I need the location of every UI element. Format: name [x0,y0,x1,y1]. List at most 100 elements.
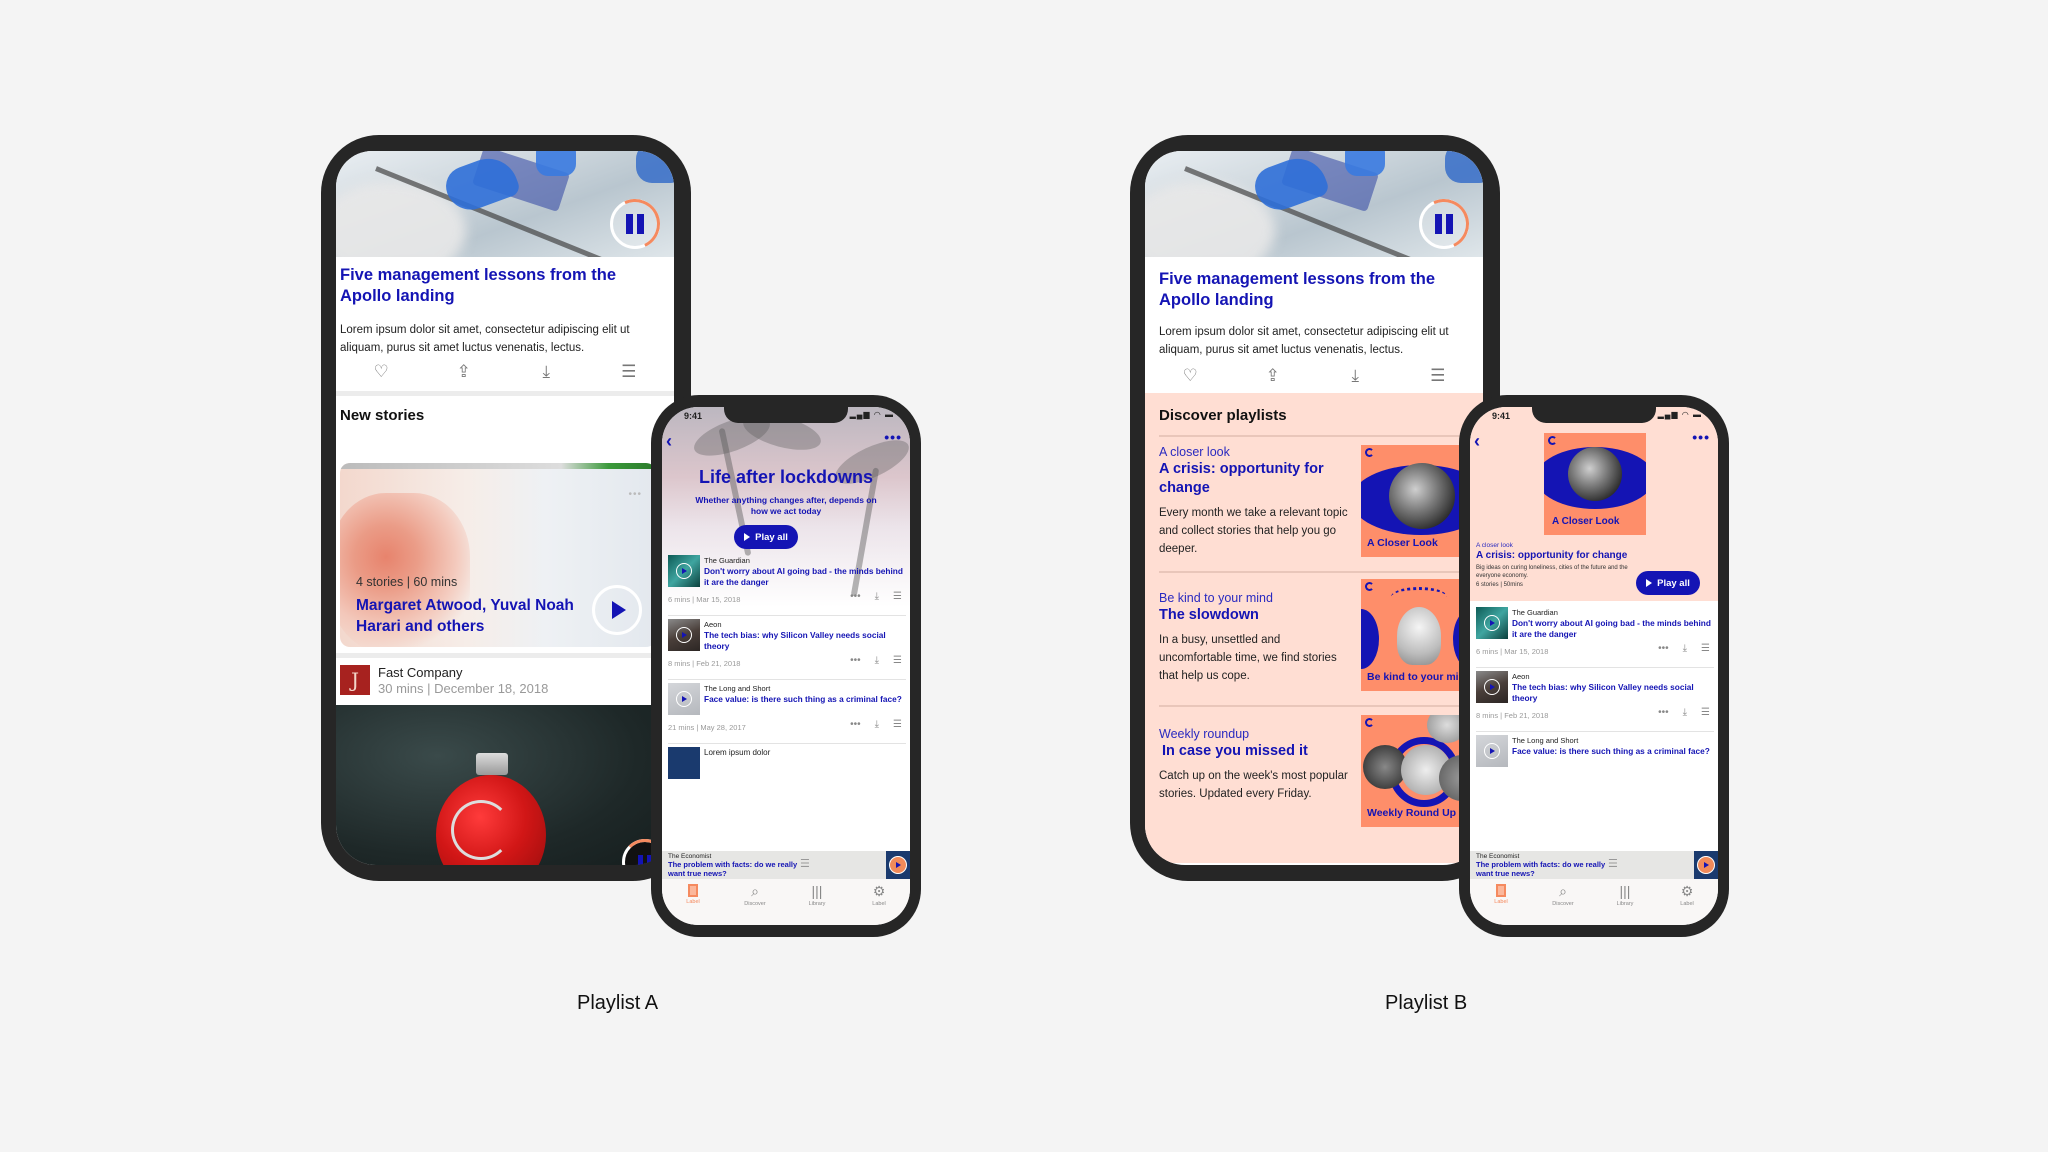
tab-settings[interactable]: ⚙ Label [1662,883,1712,925]
download-icon[interactable]: ⤓ [875,719,879,730]
tab-library[interactable]: ||| Library [1600,883,1650,925]
play-icon [682,632,687,638]
mini-player[interactable]: The Economist The problem with facts: do… [662,851,910,879]
story-item[interactable]: Aeon The tech bias: why Silicon Valley n… [668,619,906,680]
more-icon[interactable]: ••• [850,591,861,602]
play-button[interactable] [1484,615,1500,631]
playlist-card[interactable]: Weekly roundup In case you missed it Cat… [1149,715,1479,835]
more-icon[interactable]: ••• [1658,707,1669,718]
playlist-card[interactable]: Be kind to your mind The slowdown In a b… [1149,579,1479,699]
queue-icon[interactable]: ☰ [800,857,810,870]
story-thumbnail [668,619,700,651]
story-source: Aeon [1512,672,1530,681]
featured-hero-image [1145,151,1483,257]
story-source: Aeon [704,620,722,629]
playlist-card[interactable]: A closer look A crisis: opportunity for … [1149,445,1479,565]
play-all-button[interactable]: Play all [734,525,798,549]
play-button[interactable] [676,691,692,707]
divider [1159,435,1469,437]
playlist-b-label: Playlist B [1385,992,1468,1014]
more-icon[interactable]: ••• [1692,429,1710,445]
download-icon[interactable]: ⤓ [875,591,879,602]
play-button[interactable] [889,856,907,874]
more-icon[interactable]: ••• [850,719,861,730]
story-item[interactable]: The Long and Short Face value: is there … [1476,735,1714,796]
tab-label: Discover [1552,901,1574,907]
story-item[interactable]: Aeon The tech bias: why Silicon Valley n… [1476,671,1714,732]
tab-discover[interactable]: ⌕ Discover [730,883,780,925]
story-meta: 30 mins | December 18, 2018 [378,681,549,696]
pause-icon [626,214,644,234]
divider [1159,571,1469,573]
new-stories-card[interactable]: ••• 4 stories | 60 mins Margaret Atwood,… [340,463,656,647]
add-to-queue-icon[interactable]: ☰ [614,362,644,382]
share-icon[interactable]: ⇪ [1258,366,1288,386]
download-icon[interactable]: ⤓ [1340,366,1370,386]
play-button[interactable] [676,627,692,643]
mini-player[interactable]: The Economist The problem with facts: do… [1470,851,1718,879]
brand-logo-icon [1365,448,1374,457]
heart-icon[interactable]: ♡ [366,362,396,382]
heart-icon[interactable]: ♡ [1175,366,1205,386]
share-icon[interactable]: ⇪ [449,362,479,382]
pause-button[interactable] [610,199,660,249]
queue-icon[interactable]: ☰ [1608,857,1618,870]
featured-title[interactable]: Five management lessons from the Apollo … [1159,269,1479,311]
tab-home[interactable]: Label [668,883,718,925]
story-title[interactable]: The tech bias: why Silicon Valley needs … [1512,682,1712,703]
brand-logo-icon [1365,718,1374,727]
add-to-queue-icon[interactable]: ☰ [893,719,902,730]
play-button[interactable] [1484,743,1500,759]
phone-screen: Five management lessons from the Apollo … [336,151,674,865]
add-to-queue-icon[interactable]: ☰ [893,591,902,602]
play-button[interactable] [1484,679,1500,695]
featured-title[interactable]: Five management lessons from the Apollo … [340,265,660,307]
more-icon[interactable]: ••• [628,489,642,500]
play-button[interactable] [592,585,642,635]
back-icon[interactable]: ‹ [1474,431,1480,452]
play-button[interactable] [1697,856,1715,874]
artwork-caption: Weekly Round Up [1367,807,1457,819]
featured-actions: ♡ ⇪ ⤓ ☰ [1145,361,1483,391]
story-header[interactable]: J Fast Company 30 mins | December 18, 20… [340,663,670,699]
tab-library[interactable]: ||| Library [792,883,842,925]
story-item[interactable]: The Guardian Don't worry about AI going … [1476,607,1714,668]
add-to-queue-icon[interactable]: ☰ [893,655,902,666]
add-to-queue-icon[interactable]: ☰ [1701,707,1710,718]
more-icon[interactable]: ••• [884,429,902,445]
brand-logo-icon [1548,436,1557,445]
playlist-title: In case you missed it [1162,743,1308,759]
tab-home[interactable]: Label [1476,883,1526,925]
story-item[interactable]: The Long and Short Face value: is there … [668,683,906,744]
more-icon[interactable]: ••• [850,655,861,666]
download-icon[interactable]: ⤓ [1683,707,1687,718]
tab-discover[interactable]: ⌕ Discover [1538,883,1588,925]
story-title[interactable]: The tech bias: why Silicon Valley needs … [704,630,904,651]
phone-screen: Five management lessons from the Apollo … [1145,151,1483,865]
add-to-queue-icon[interactable]: ☰ [1423,366,1453,386]
story-title[interactable]: Face value: is there such thing as a cri… [704,694,904,705]
pause-button[interactable] [1419,199,1469,249]
play-all-button[interactable]: Play all [1636,571,1700,595]
play-button[interactable] [676,563,692,579]
download-icon[interactable]: ⤓ [1683,643,1687,654]
story-thumbnail [1476,735,1508,767]
download-icon[interactable]: ⤓ [531,362,561,382]
tab-settings[interactable]: ⚙ Label [854,883,904,925]
story-thumbnail [668,747,700,779]
mini-player-source: The Economist [668,853,712,860]
story-item[interactable]: Lorem ipsum dolor [668,747,906,808]
more-icon[interactable]: ••• [1658,643,1669,654]
story-item[interactable]: The Guardian Don't worry about AI going … [668,555,906,616]
download-icon[interactable]: ⤓ [875,655,879,666]
tab-label: Label [1680,901,1694,907]
add-to-queue-icon[interactable]: ☰ [1701,643,1710,654]
back-icon[interactable]: ‹ [666,431,672,452]
phone-notch [1532,407,1656,423]
story-title[interactable]: Don't worry about AI going bad - the min… [1512,618,1712,639]
story-title[interactable]: Don't worry about AI going bad - the min… [704,566,904,587]
divider [336,653,674,658]
story-title[interactable]: Face value: is there such thing as a cri… [1512,746,1712,757]
status-icons: ▂▄▆ ◠ ▬ [1657,410,1702,419]
card-title[interactable]: Margaret Atwood, Yuval Noah Harari and o… [356,595,596,637]
